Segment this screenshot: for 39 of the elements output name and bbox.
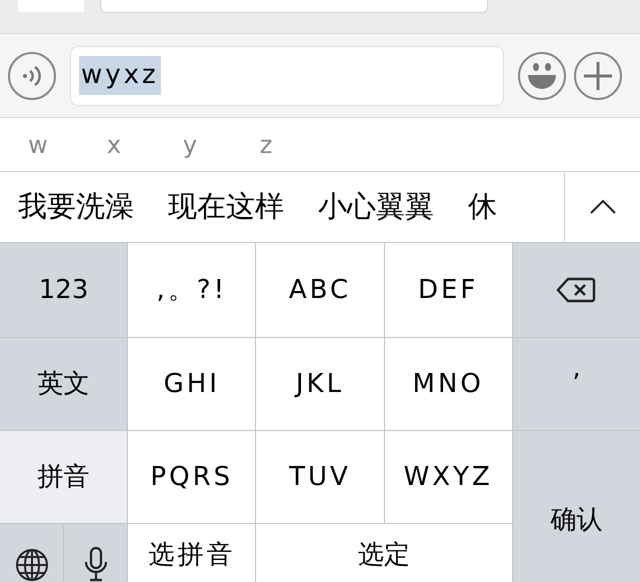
plus-icon (583, 60, 613, 90)
message-text: wyxz (79, 56, 161, 95)
pinyin-option[interactable]: y (180, 126, 200, 162)
microphone-icon (84, 546, 108, 582)
pinyin-option[interactable]: w (28, 126, 48, 162)
key[interactable]: ,。?! (128, 243, 256, 337)
sound-wave-icon (21, 64, 43, 88)
key[interactable]: 123 (0, 243, 128, 337)
delete-key[interactable] (512, 243, 640, 337)
key[interactable]: 选拼音 (128, 524, 256, 582)
key[interactable]: MNO (384, 338, 512, 430)
candidate-word[interactable]: 现在这样 (168, 185, 284, 229)
key[interactable]: DEF (384, 243, 512, 337)
globe-icon (14, 548, 49, 582)
candidate-word[interactable]: 休 (468, 185, 497, 229)
mode-key[interactable]: 拼音 (0, 431, 128, 523)
microphone-key[interactable] (64, 524, 128, 582)
key[interactable]: TUV (256, 431, 384, 523)
key[interactable]: GHI (128, 338, 256, 430)
backspace-icon (556, 276, 596, 304)
voice-button[interactable] (8, 52, 56, 100)
key[interactable]: ’ (512, 338, 640, 430)
key[interactable]: PQRS (128, 431, 256, 523)
candidate-word[interactable]: 小心翼翼 (318, 185, 434, 229)
key[interactable]: JKL (256, 338, 384, 430)
smiley-icon (525, 60, 559, 90)
key[interactable]: 选定 (256, 524, 512, 582)
message-field[interactable]: wyxz (70, 46, 504, 106)
add-button[interactable] (574, 52, 622, 100)
key[interactable]: WXYZ (384, 431, 512, 523)
pinyin-option[interactable]: z (256, 126, 276, 162)
pinyin-option[interactable]: x (104, 126, 124, 162)
candidate-word[interactable]: 我要洗澡 (18, 185, 134, 229)
chevron-up-icon (588, 199, 616, 215)
confirm-key[interactable]: 确认 (512, 431, 640, 582)
emoji-button[interactable] (518, 52, 566, 100)
mode-key[interactable]: 英文 (0, 338, 128, 430)
globe-key[interactable] (0, 524, 64, 582)
key[interactable]: ABC (256, 243, 384, 337)
